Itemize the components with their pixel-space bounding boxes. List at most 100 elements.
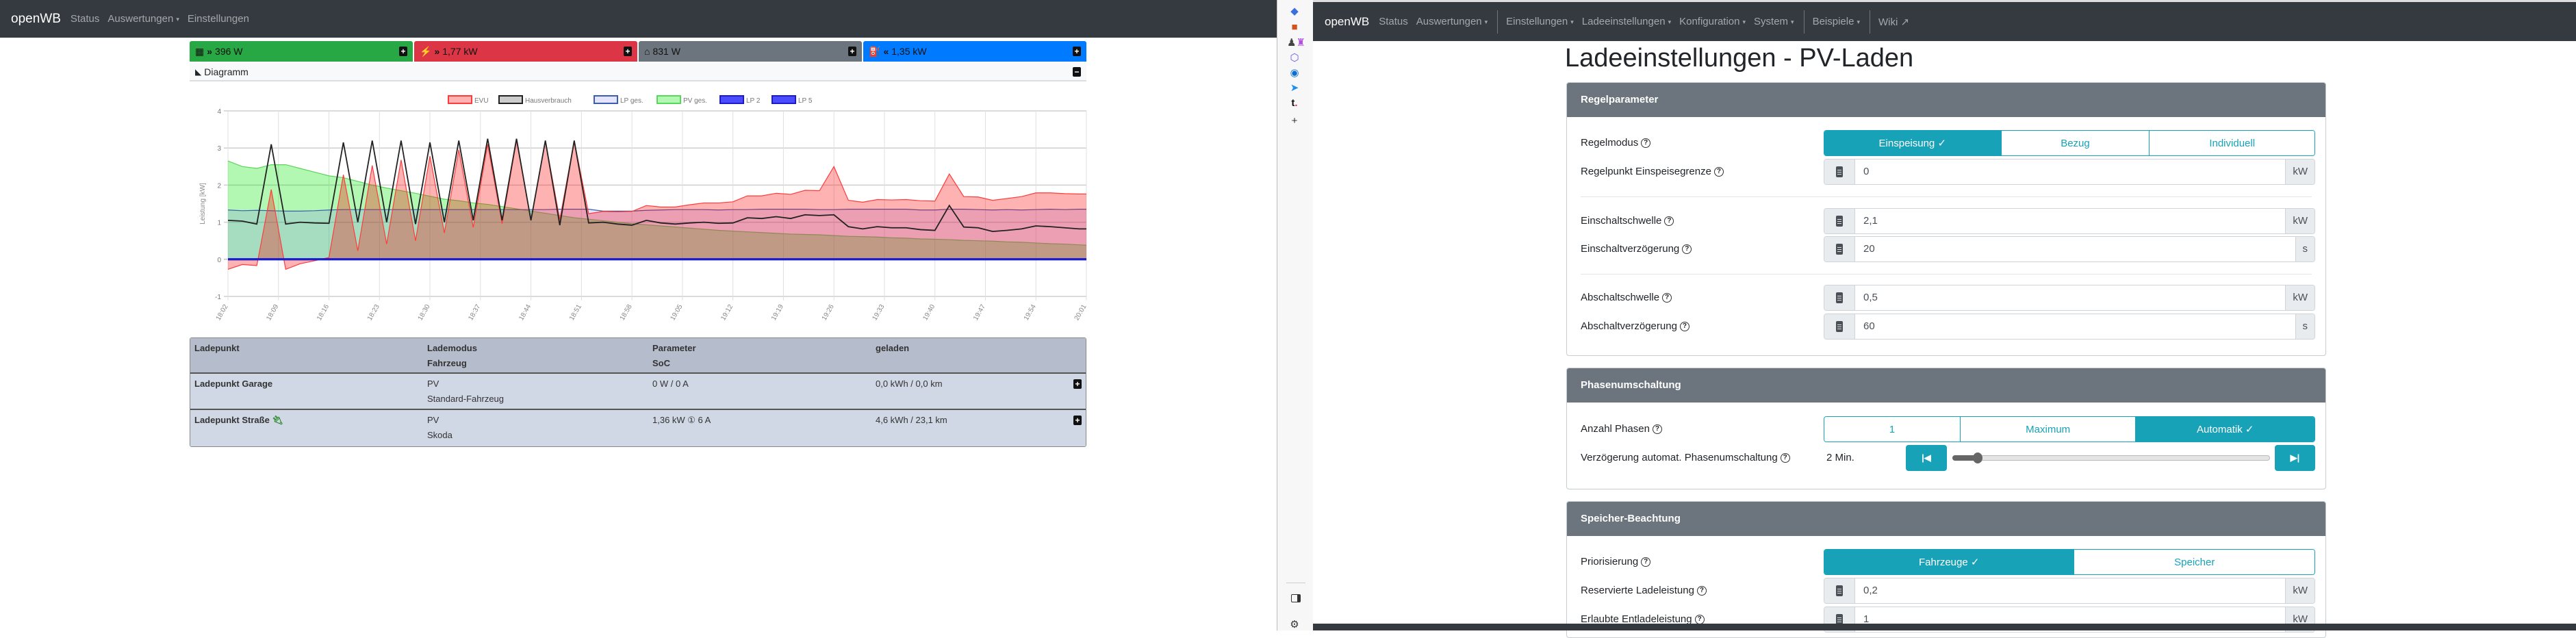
expand-plus-icon[interactable]: + bbox=[399, 47, 407, 56]
table-row[interactable]: Ladepunkt Garage PV Standard-Fahrzeug 0 W… bbox=[190, 374, 1086, 410]
help-icon[interactable]: ? bbox=[1662, 293, 1672, 303]
help-icon[interactable]: ? bbox=[1652, 424, 1662, 435]
nav-einstellungen[interactable]: Einstellungen bbox=[188, 13, 249, 25]
calculator-icon bbox=[1824, 209, 1855, 233]
option-einspeisung[interactable]: Einspeisung ✓ bbox=[1824, 131, 2002, 155]
option-maximum[interactable]: Maximum bbox=[1960, 417, 2137, 442]
help-icon[interactable]: ? bbox=[1641, 138, 1651, 149]
send-icon[interactable]: ➤ bbox=[1287, 82, 1302, 94]
step-down-button[interactable]: |◀ bbox=[1906, 445, 1947, 471]
field-label: Priorisierung? bbox=[1581, 549, 1651, 575]
nav-beispiele[interactable]: Beispiele ▾ bbox=[1813, 16, 1860, 27]
help-icon[interactable]: ? bbox=[1679, 322, 1689, 332]
option-speicher[interactable]: Speicher bbox=[2074, 550, 2314, 574]
vehicle: Standard-Fahrzeug bbox=[427, 394, 505, 404]
abschaltschwelle-input[interactable]: 0,5 bbox=[1855, 285, 2285, 310]
abschaltschwelle-row: Abschaltschwelle? 0,5 kW bbox=[1567, 285, 2325, 311]
nav-wiki[interactable]: Wiki ↗ bbox=[1878, 16, 1909, 28]
caret-down-icon: ▾ bbox=[1484, 18, 1488, 25]
header-label: SoC bbox=[652, 358, 670, 368]
verzoegerung-row: Verzögerung automat. Phasenumschaltung? … bbox=[1567, 445, 2325, 471]
x-tick-label: 19:54 bbox=[1023, 303, 1038, 322]
nav-ladeeinstellungen[interactable]: Ladeeinstellungen ▾ bbox=[1582, 16, 1671, 27]
reservierte-input[interactable]: 0,2 bbox=[1855, 578, 2285, 603]
x-tick-label: 19:33 bbox=[871, 303, 886, 322]
option-fahrzeuge[interactable]: Fahrzeuge ✓ bbox=[1824, 550, 2075, 574]
x-tick-label: 18:44 bbox=[518, 303, 533, 322]
table-row[interactable]: Ladepunkt Straße 🔌︎ PV Skoda 1,36 kW ① 6 … bbox=[190, 410, 1086, 446]
caret-down-icon: ▾ bbox=[176, 15, 179, 23]
step-up-button[interactable]: ▶| bbox=[2275, 445, 2315, 471]
diagram-header[interactable]: ◣ Diagramm − bbox=[190, 63, 1086, 81]
mode: PV bbox=[427, 415, 439, 425]
pv-card[interactable]: ▦» 396 W + bbox=[190, 41, 413, 62]
option-individuell[interactable]: Individuell bbox=[2150, 131, 2314, 155]
help-icon[interactable]: ? bbox=[1696, 586, 1707, 596]
nav-status[interactable]: Status bbox=[71, 13, 100, 25]
sidebar-toggle-icon[interactable] bbox=[1291, 594, 1301, 602]
evu-card[interactable]: ⚡» 1,77 kW + bbox=[414, 41, 637, 62]
help-icon[interactable]: ? bbox=[1641, 557, 1651, 567]
t-app-icon[interactable]: t. bbox=[1287, 97, 1302, 110]
page-title: Ladeeinstellungen - PV-Laden bbox=[1565, 44, 1914, 73]
expand-plus-icon[interactable]: + bbox=[624, 47, 632, 56]
unit-label: s bbox=[2295, 314, 2314, 339]
expand-plus-icon[interactable]: + bbox=[848, 47, 856, 56]
toolbox-icon[interactable]: ■ bbox=[1287, 21, 1302, 34]
einschaltschwelle-input[interactable]: 2,1 bbox=[1855, 209, 2285, 233]
power-cards: ▦» 396 W + ⚡» 1,77 kW + ⌂ 831 W + ⛽ «1,35 kW + bbox=[190, 41, 1086, 62]
nav-label: Konfiguration bbox=[1679, 16, 1740, 27]
option-automatik[interactable]: Automatik ✓ bbox=[2136, 417, 2314, 442]
reservierte-ladeleistung-row: Reservierte Ladeleistung? 0,2 kW bbox=[1567, 578, 2325, 604]
nav-label: System bbox=[1754, 16, 1789, 27]
nav-auswertungen[interactable]: Auswertungen ▾ bbox=[107, 13, 179, 25]
nav-auswertungen[interactable]: Auswertungen ▾ bbox=[1416, 16, 1488, 27]
help-icon[interactable]: ? bbox=[1713, 167, 1724, 177]
x-tick-label: 18:02 bbox=[215, 303, 230, 322]
expand-plus-icon[interactable]: + bbox=[1073, 416, 1082, 425]
outlook-icon[interactable]: ◉ bbox=[1287, 67, 1302, 79]
settings-icon[interactable]: ⚙ bbox=[1287, 619, 1302, 631]
field-label: Regelpunkt Einspeisegrenze? bbox=[1581, 159, 1724, 185]
abschaltverzoegerung-input[interactable]: 60 bbox=[1855, 314, 2295, 339]
regelpunkt-input[interactable]: 0 bbox=[1855, 160, 2285, 184]
house-icon: ⌂ bbox=[644, 46, 650, 57]
nav-einstellungen[interactable]: Einstellungen ▾ bbox=[1506, 16, 1574, 27]
delay-slider-track[interactable] bbox=[1952, 455, 2270, 461]
legend-label-pv-ges: PV ges. bbox=[683, 97, 707, 105]
label-text: Abschaltschwelle bbox=[1581, 292, 1660, 303]
add-icon[interactable]: + bbox=[1287, 115, 1302, 127]
label-text: Regelmodus bbox=[1581, 137, 1639, 149]
nav-label: Auswertungen bbox=[107, 13, 174, 25]
abschaltschwelle-input-group: 0,5 kW bbox=[1824, 285, 2315, 311]
brand-logo[interactable]: openWB bbox=[1325, 15, 1369, 29]
option-1[interactable]: 1 bbox=[1824, 417, 1961, 442]
einschaltverzoegerung-input[interactable]: 20 bbox=[1855, 237, 2295, 261]
help-icon[interactable]: ? bbox=[1694, 615, 1705, 625]
house-card[interactable]: ⌂ 831 W + bbox=[639, 41, 862, 62]
copilot-icon[interactable]: ⬡ bbox=[1287, 52, 1302, 64]
expand-plus-icon[interactable]: + bbox=[1073, 47, 1081, 56]
charged: 4,6 kWh / 23,1 km bbox=[876, 415, 947, 425]
chess-icon[interactable]: ♟♜ bbox=[1287, 37, 1305, 49]
priorisierung-button-group: Fahrzeuge ✓ Speicher bbox=[1824, 549, 2315, 575]
table-header: Ladepunkt Lademodus Fahrzeug Parameter SoC… bbox=[190, 338, 1086, 374]
collapse-minus-icon[interactable]: − bbox=[1073, 66, 1081, 77]
reservierte-input-group: 0,2 kW bbox=[1824, 578, 2315, 604]
lp-card[interactable]: ⛽ «1,35 kW + bbox=[863, 41, 1086, 62]
nav-system[interactable]: System ▾ bbox=[1754, 16, 1794, 27]
delay-slider-thumb[interactable] bbox=[1973, 452, 1982, 463]
label-text: Reservierte Ladeleistung bbox=[1581, 585, 1694, 596]
help-icon[interactable]: ? bbox=[1682, 244, 1692, 255]
tag-icon[interactable]: ◆ bbox=[1287, 5, 1302, 18]
help-icon[interactable]: ? bbox=[1780, 453, 1790, 463]
brand-logo[interactable]: openWB bbox=[11, 12, 61, 27]
option-bezug[interactable]: Bezug bbox=[2001, 131, 2150, 155]
help-icon[interactable]: ? bbox=[1664, 216, 1674, 227]
ladepunkt-name: Ladepunkt Garage bbox=[194, 379, 273, 389]
nav-status[interactable]: Status bbox=[1379, 16, 1408, 27]
nav-separator bbox=[1497, 10, 1499, 34]
nav-konfiguration[interactable]: Konfiguration ▾ bbox=[1679, 16, 1746, 27]
label-text: Verzögerung automat. Phasenumschaltung bbox=[1581, 452, 1778, 463]
expand-plus-icon[interactable]: + bbox=[1073, 379, 1082, 389]
